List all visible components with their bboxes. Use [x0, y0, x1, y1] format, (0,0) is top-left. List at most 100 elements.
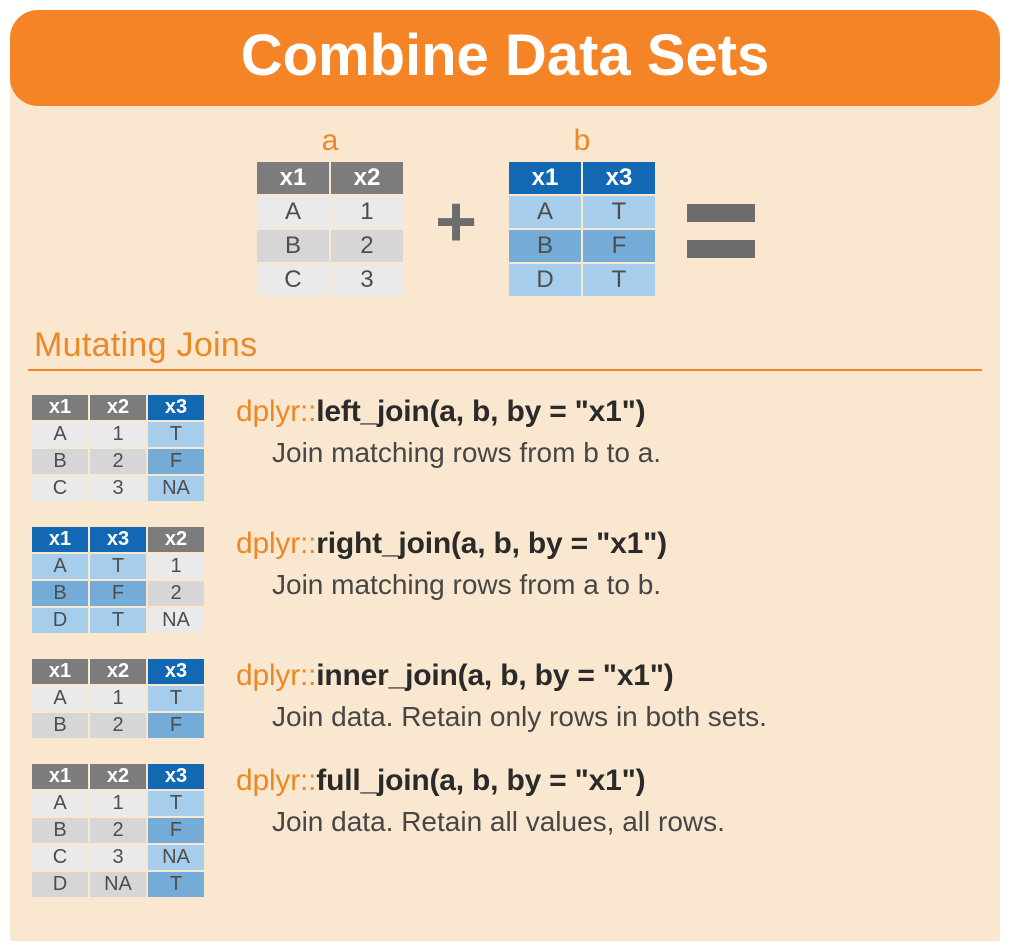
- cell: 1: [90, 686, 146, 711]
- cell: C: [257, 264, 329, 296]
- divider: [28, 369, 982, 371]
- cell: 2: [148, 581, 204, 606]
- cell: T: [148, 791, 204, 816]
- section-heading: Mutating Joins: [34, 326, 1000, 365]
- cell: B: [509, 230, 581, 262]
- cell: D: [32, 608, 88, 633]
- cell: NA: [148, 845, 204, 870]
- cell: B: [32, 581, 88, 606]
- cell: C: [32, 845, 88, 870]
- cell: NA: [148, 608, 204, 633]
- cell: 1: [331, 196, 403, 228]
- cell: 2: [331, 230, 403, 262]
- col-header: x1: [509, 162, 581, 194]
- cell: A: [32, 554, 88, 579]
- join-desc-text: Join matching rows from a to b.: [272, 569, 1000, 601]
- function-name: right_join: [316, 527, 451, 560]
- pkg-prefix: dplyr::: [236, 395, 316, 428]
- cell: 3: [90, 476, 146, 501]
- code-line: dplyr::right_join(a, b, by = "x1"): [236, 527, 1000, 561]
- cheatsheet-card: Combine Data Sets a x1x2A1B2C3 + b x1x3A…: [10, 10, 1000, 941]
- page-title: Combine Data Sets: [10, 10, 1000, 106]
- pkg-prefix: dplyr::: [236, 764, 316, 797]
- join-description: dplyr::right_join(a, b, by = "x1")Join m…: [236, 525, 1000, 601]
- plus-icon: +: [435, 186, 477, 298]
- result-table: x1x2x3A1TB2FC3NADNAT: [30, 762, 206, 899]
- cell: 2: [90, 818, 146, 843]
- function-args: (a, b, by = "x1"): [430, 395, 646, 428]
- result-table: x1x2x3A1TB2FC3NA: [30, 393, 206, 503]
- cell: D: [509, 264, 581, 296]
- table-a-label: a: [322, 126, 339, 156]
- table-b-block: b x1x3ATBFDT: [507, 126, 657, 298]
- table-b-label: b: [574, 126, 591, 156]
- code-line: dplyr::full_join(a, b, by = "x1"): [236, 764, 1000, 798]
- input-tables-row: a x1x2A1B2C3 + b x1x3ATBFDT: [10, 126, 1000, 298]
- col-header: x2: [90, 395, 146, 420]
- cell: A: [257, 196, 329, 228]
- col-header: x1: [32, 395, 88, 420]
- cell: A: [509, 196, 581, 228]
- col-header: x3: [148, 764, 204, 789]
- col-header: x2: [148, 527, 204, 552]
- cell: 1: [148, 554, 204, 579]
- function-name: inner_join: [316, 659, 457, 692]
- cell: B: [257, 230, 329, 262]
- joins-list: x1x2x3A1TB2FC3NAdplyr::left_join(a, b, b…: [10, 393, 1000, 899]
- table-a: x1x2A1B2C3: [255, 160, 405, 298]
- join-description: dplyr::left_join(a, b, by = "x1")Join ma…: [236, 393, 1000, 469]
- cell: D: [32, 872, 88, 897]
- col-header: x3: [148, 659, 204, 684]
- cell: F: [583, 230, 655, 262]
- col-header: x1: [257, 162, 329, 194]
- cell: 1: [90, 791, 146, 816]
- cell: 3: [331, 264, 403, 296]
- cell: F: [148, 713, 204, 738]
- join-row: x1x3x2AT1BF2DTNAdplyr::right_join(a, b, …: [30, 525, 1000, 635]
- cell: B: [32, 449, 88, 474]
- cell: 3: [90, 845, 146, 870]
- cell: A: [32, 422, 88, 447]
- pkg-prefix: dplyr::: [236, 527, 316, 560]
- join-row: x1x2x3A1TB2FC3NADNATdplyr::full_join(a, …: [30, 762, 1000, 899]
- cell: T: [148, 686, 204, 711]
- col-header: x3: [583, 162, 655, 194]
- cell: NA: [148, 476, 204, 501]
- cell: A: [32, 686, 88, 711]
- cell: 1: [90, 422, 146, 447]
- function-args: (a, b, by = "x1"): [458, 659, 674, 692]
- cell: T: [583, 264, 655, 296]
- function-name: full_join: [316, 764, 429, 797]
- col-header: x1: [32, 527, 88, 552]
- col-header: x1: [32, 659, 88, 684]
- function-args: (a, b, by = "x1"): [430, 764, 646, 797]
- col-header: x3: [90, 527, 146, 552]
- cell: C: [32, 476, 88, 501]
- col-header: x3: [148, 395, 204, 420]
- cell: 2: [90, 449, 146, 474]
- cell: T: [148, 872, 204, 897]
- table-b: x1x3ATBFDT: [507, 160, 657, 298]
- join-desc-text: Join data. Retain all values, all rows.: [272, 806, 1000, 838]
- col-header: x2: [90, 764, 146, 789]
- cell: T: [148, 422, 204, 447]
- cell: A: [32, 791, 88, 816]
- pkg-prefix: dplyr::: [236, 659, 316, 692]
- cell: B: [32, 818, 88, 843]
- cell: NA: [90, 872, 146, 897]
- result-table: x1x3x2AT1BF2DTNA: [30, 525, 206, 635]
- cell: F: [90, 581, 146, 606]
- col-header: x2: [331, 162, 403, 194]
- join-description: dplyr::inner_join(a, b, by = "x1")Join d…: [236, 657, 1000, 733]
- cell: T: [583, 196, 655, 228]
- col-header: x2: [90, 659, 146, 684]
- col-header: x1: [32, 764, 88, 789]
- join-desc-text: Join matching rows from b to a.: [272, 437, 1000, 469]
- join-desc-text: Join data. Retain only rows in both sets…: [272, 701, 1000, 733]
- join-description: dplyr::full_join(a, b, by = "x1")Join da…: [236, 762, 1000, 838]
- cell: 2: [90, 713, 146, 738]
- join-row: x1x2x3A1TB2FC3NAdplyr::left_join(a, b, b…: [30, 393, 1000, 503]
- function-name: left_join: [316, 395, 429, 428]
- cell: T: [90, 608, 146, 633]
- code-line: dplyr::left_join(a, b, by = "x1"): [236, 395, 1000, 429]
